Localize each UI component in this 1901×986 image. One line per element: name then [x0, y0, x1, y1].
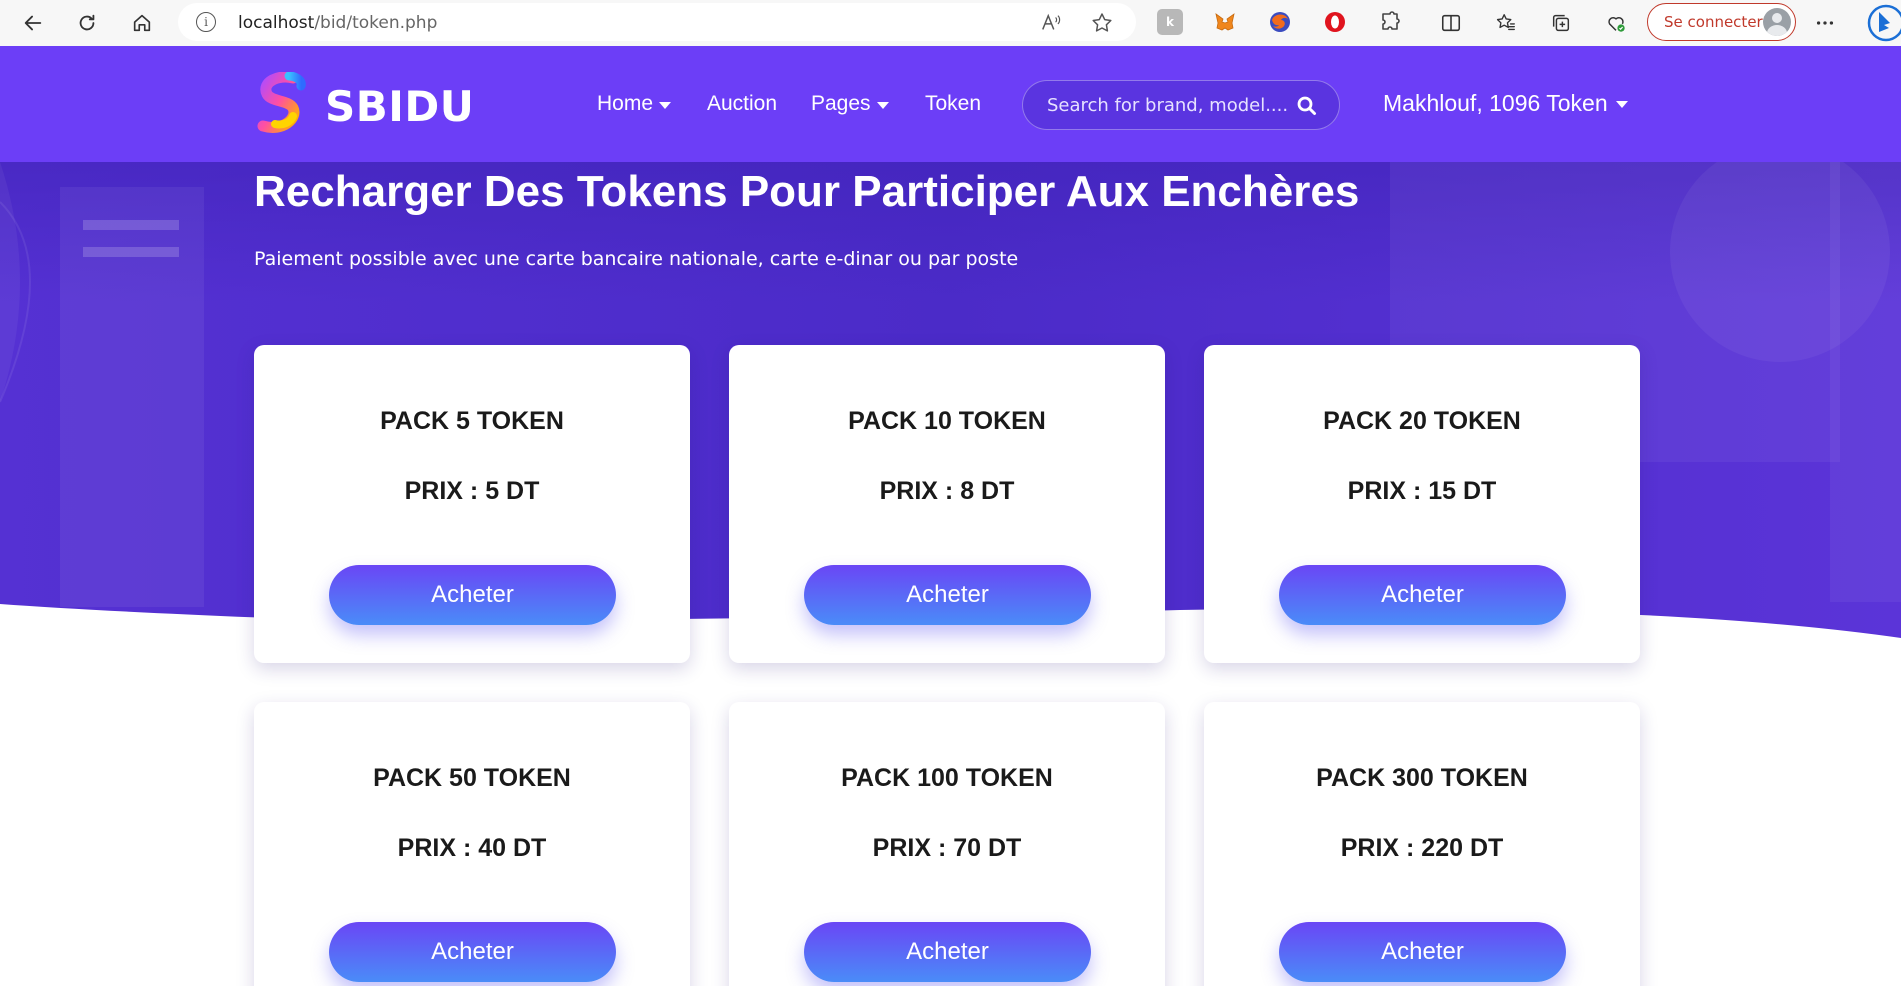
- pack-price: PRIX : 40 DT: [397, 834, 547, 862]
- buy-button[interactable]: Acheter: [804, 565, 1091, 625]
- k-extension-icon[interactable]: k: [1157, 9, 1183, 35]
- pack-title: PACK 10 TOKEN: [848, 407, 1046, 435]
- search-input[interactable]: [1047, 93, 1287, 117]
- nav-token[interactable]: Token: [925, 92, 981, 116]
- nav-token-label: Token: [925, 92, 982, 115]
- site-info-icon[interactable]: i: [196, 12, 216, 32]
- reload-icon[interactable]: [70, 6, 104, 40]
- metamask-icon[interactable]: [1212, 9, 1238, 35]
- collections-icon[interactable]: [1544, 6, 1578, 40]
- pack-card: PACK 100 TOKEN PRIX : 70 DT Acheter: [729, 702, 1165, 986]
- browser-toolbar: i localhost/bid/token.php k Se connecter: [0, 0, 1901, 46]
- sign-in-label: Se connecter: [1664, 13, 1763, 31]
- pack-title: PACK 20 TOKEN: [1323, 407, 1521, 435]
- buy-button[interactable]: Acheter: [329, 922, 616, 982]
- buy-button[interactable]: Acheter: [1279, 922, 1566, 982]
- opera-icon[interactable]: [1322, 9, 1348, 35]
- page: i localhost/bid/token.php k Se connecter…: [0, 0, 1901, 986]
- pack-card: PACK 20 TOKEN PRIX : 15 DT Acheter: [1204, 345, 1640, 663]
- buy-button[interactable]: Acheter: [804, 922, 1091, 982]
- site-header: SBIDU Home Auction Pages Token Makhlouf,…: [0, 46, 1901, 162]
- hero-section: Recharger Des Tokens Pour Participer Aux…: [0, 162, 1901, 986]
- url-host: localhost: [238, 13, 315, 33]
- user-token-label: Makhlouf, 1096 Token: [1383, 90, 1608, 116]
- chevron-down-icon: [876, 101, 889, 109]
- pack-title: PACK 50 TOKEN: [373, 764, 571, 792]
- more-options-icon[interactable]: [1808, 6, 1842, 40]
- address-bar[interactable]: i localhost/bid/token.php: [178, 3, 1136, 41]
- buy-button[interactable]: Acheter: [329, 565, 616, 625]
- favorite-star-icon[interactable]: [1090, 11, 1114, 35]
- page-subtitle: Paiement possible avec une carte bancair…: [254, 248, 1019, 270]
- pack-price: PRIX : 220 DT: [1340, 834, 1504, 862]
- nav-home-label: Home: [597, 92, 654, 115]
- back-icon[interactable]: [16, 6, 50, 40]
- pack-price: PRIX : 8 DT: [879, 477, 1015, 505]
- firefox-icon[interactable]: [1267, 9, 1293, 35]
- browser-essentials-icon[interactable]: [1599, 6, 1633, 40]
- nav-auction[interactable]: Auction: [707, 92, 777, 116]
- puzzle-icon[interactable]: [1377, 9, 1403, 35]
- chevron-down-icon: [659, 101, 672, 109]
- nav-home[interactable]: Home: [597, 92, 672, 116]
- sbidu-logo-icon[interactable]: [253, 71, 313, 138]
- user-menu[interactable]: Makhlouf, 1096 Token: [1383, 90, 1628, 117]
- nav-auction-label: Auction: [707, 92, 778, 115]
- nav-pages-label: Pages: [811, 92, 871, 115]
- favorites-icon[interactable]: [1489, 6, 1523, 40]
- url-path: /bid/token.php: [314, 13, 438, 33]
- pack-card: PACK 300 TOKEN PRIX : 220 DT Acheter: [1204, 702, 1640, 986]
- nav-pages[interactable]: Pages: [811, 92, 889, 116]
- home-icon[interactable]: [125, 6, 159, 40]
- page-title: Recharger Des Tokens Pour Participer Aux…: [254, 167, 1360, 216]
- pack-title: PACK 100 TOKEN: [841, 764, 1053, 792]
- pack-title: PACK 5 TOKEN: [380, 407, 564, 435]
- copilot-icon[interactable]: [1864, 4, 1901, 42]
- pack-card: PACK 50 TOKEN PRIX : 40 DT Acheter: [254, 702, 690, 986]
- read-aloud-icon[interactable]: [1040, 12, 1062, 34]
- url-text[interactable]: localhost/bid/token.php: [238, 13, 437, 33]
- search-icon[interactable]: [1295, 94, 1319, 118]
- pack-title: PACK 300 TOKEN: [1316, 764, 1528, 792]
- pack-card: PACK 5 TOKEN PRIX : 5 DT Acheter: [254, 345, 690, 663]
- buy-button[interactable]: Acheter: [1279, 565, 1566, 625]
- profile-avatar: [1763, 8, 1791, 36]
- search-box: [1022, 80, 1340, 130]
- pack-card: PACK 10 TOKEN PRIX : 8 DT Acheter: [729, 345, 1165, 663]
- sign-in-button[interactable]: Se connecter: [1647, 3, 1796, 41]
- pack-price: PRIX : 5 DT: [404, 477, 540, 505]
- pack-price: PRIX : 15 DT: [1347, 477, 1497, 505]
- chevron-down-icon: [1615, 101, 1628, 108]
- logo-text[interactable]: SBIDU: [325, 82, 474, 131]
- split-screen-icon[interactable]: [1434, 6, 1468, 40]
- pack-price: PRIX : 70 DT: [872, 834, 1022, 862]
